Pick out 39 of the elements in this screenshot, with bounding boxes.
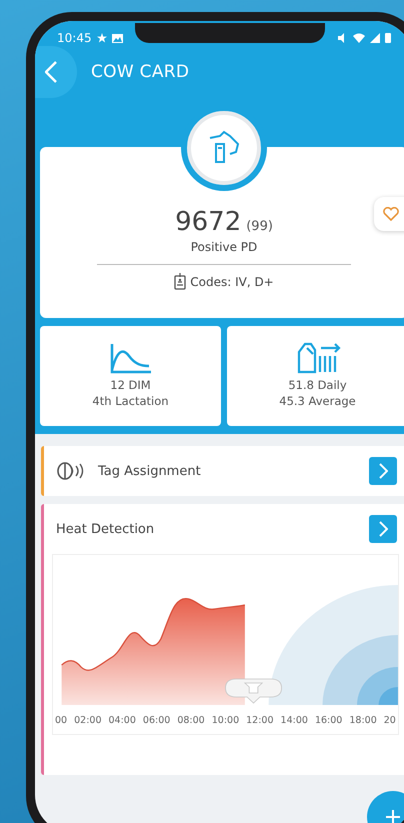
back-button[interactable] xyxy=(35,46,77,98)
time-label: 20 xyxy=(384,715,396,726)
time-label: 00 xyxy=(55,715,68,726)
chevron-right-icon xyxy=(378,463,388,479)
tag-signal-icon xyxy=(56,461,86,481)
time-label: 16:00 xyxy=(314,715,342,726)
time-label: 08:00 xyxy=(177,715,205,726)
image-icon xyxy=(112,34,123,42)
section-title: Heat Detection xyxy=(56,522,156,536)
open-button[interactable] xyxy=(369,457,397,485)
back-chevron-icon xyxy=(45,61,57,83)
star-icon xyxy=(96,33,107,43)
time-label: 12:00 xyxy=(246,715,274,726)
time-label: 18:00 xyxy=(349,715,377,726)
heart-icon xyxy=(383,207,399,221)
pregnancy-status: Positive PD xyxy=(190,240,258,254)
cow-number: 9672 xyxy=(175,207,242,237)
cow-marker-icon xyxy=(225,678,282,704)
favorite-button[interactable] xyxy=(374,197,404,231)
stat-text: 51.8 Daily 45.3 Average xyxy=(279,378,356,410)
curve-icon xyxy=(108,342,152,374)
lactation-count: (99) xyxy=(246,219,273,234)
open-button[interactable] xyxy=(369,515,397,543)
codes-text: Codes: IV, D+ xyxy=(190,274,274,288)
stat-text: 12 DIM 4th Lactation xyxy=(92,378,169,410)
id-tag-icon xyxy=(174,273,186,290)
time-label: 14:00 xyxy=(280,715,308,726)
chevron-right-icon xyxy=(378,521,388,537)
wifi-icon xyxy=(353,33,365,43)
time-label: 04:00 xyxy=(108,715,136,726)
status-time: 10:45 xyxy=(57,31,92,45)
time-label: 06:00 xyxy=(142,715,170,726)
plus-icon xyxy=(386,810,400,823)
signal-icon xyxy=(370,33,380,43)
time-label: 10:00 xyxy=(212,715,240,726)
section-title: Tag Assignment xyxy=(98,464,202,478)
page-title: COW CARD xyxy=(91,62,190,82)
time-label: 02:00 xyxy=(74,715,102,726)
battery-icon xyxy=(385,33,391,43)
